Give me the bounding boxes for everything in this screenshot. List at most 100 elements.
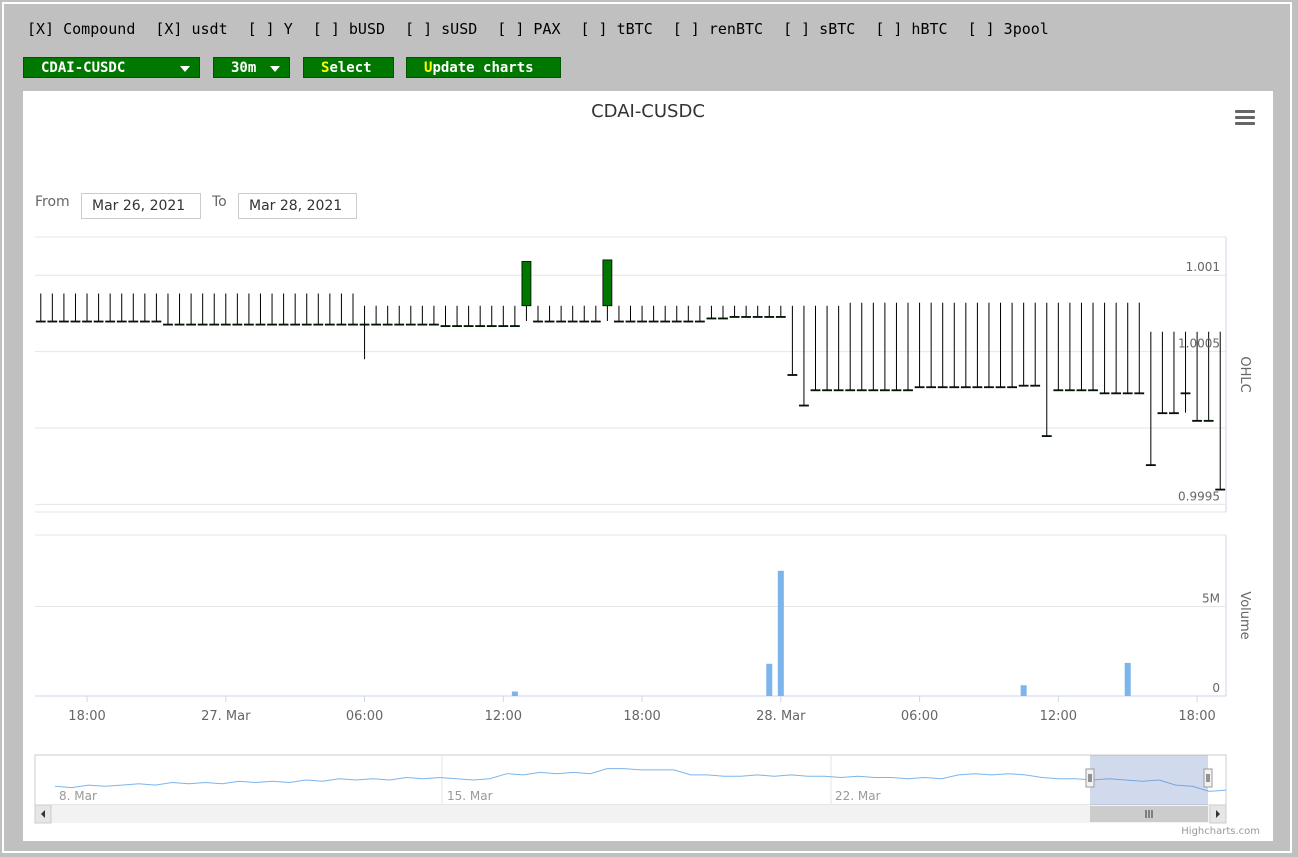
candle [660,320,671,323]
candle [903,389,913,392]
stock-chart: 0.9995 1.0005 1.001 OHLC 0 5M Volume 18:00 27. M… [34,236,1252,824]
candle [810,389,821,392]
pool-toggle[interactable]: [ ] sBTC [783,20,855,38]
candle [579,320,590,323]
candle [822,389,832,392]
candle [463,325,474,328]
x-tick-label: 28. Mar [756,709,806,724]
candle [1053,389,1064,392]
candle [648,320,659,323]
candle [405,323,416,326]
candle [267,323,277,326]
navigator-handle[interactable] [1203,768,1213,788]
candle [313,323,324,326]
candle [995,386,1006,389]
candle [1145,464,1156,467]
select-button-label: elect [329,60,372,76]
candle [452,325,462,328]
candle [1122,392,1133,395]
interval-dropdown[interactable]: 30m [213,57,290,78]
candle [382,323,393,326]
candle [475,325,486,328]
candle [394,323,405,326]
candle [440,325,451,328]
x-tick-label: 18:00 [623,709,660,724]
pool-toggle[interactable]: [ ] hBTC [875,20,947,38]
ohlc-axis-title: OHLC [1237,356,1252,392]
candle [741,316,752,318]
candle [1169,412,1179,415]
candle [856,389,867,392]
volume-bar [1124,662,1131,696]
candle [197,323,208,326]
candle [1088,389,1098,392]
candle [729,316,740,318]
candle [35,320,46,323]
candle [926,386,937,389]
pool-toggle[interactable]: [ ] renBTC [673,20,763,38]
candle [752,316,763,318]
pool-toggle[interactable]: [X] Compound [27,20,135,38]
candle [1007,386,1017,389]
navigator-handle[interactable] [1085,768,1095,788]
candle [764,316,775,318]
candle [278,323,289,326]
update-charts-button[interactable]: Update charts [406,57,561,78]
candle [914,386,925,389]
candle [799,404,809,407]
candle [336,323,347,326]
pool-toggle[interactable]: [ ] Y [248,20,293,38]
ohlc-tick-label: 1.001 [1186,260,1220,274]
candle [706,317,717,320]
pool-toggle[interactable]: [ ] 3pool [968,20,1049,38]
pool-toggle[interactable]: [X] usdt [155,20,227,38]
navigator-label: 15. Mar [447,789,493,803]
ohlc-tick-label: 1.0005 [1178,337,1220,351]
candle [105,320,116,323]
pair-dropdown-value: CDAI-CUSDC [41,60,126,76]
candle [509,325,520,328]
candle [301,323,312,326]
pair-dropdown[interactable]: CDAI-CUSDC [23,57,200,78]
candle [139,320,150,323]
pool-toggle[interactable]: [ ] sUSD [405,20,477,38]
volume-bar [1020,685,1027,696]
candle [544,320,555,323]
select-button[interactable]: Select [303,57,394,78]
candle [845,389,856,392]
candle [47,320,58,323]
candle [1134,392,1145,395]
candle [163,323,173,326]
pool-toggle[interactable]: [ ] tBTC [581,20,653,38]
candle [59,320,69,323]
candle [718,317,728,320]
candle [556,320,567,323]
candle [683,320,694,323]
candle [429,323,439,326]
candle [324,323,335,326]
candle [891,389,902,392]
pool-toggle[interactable]: [ ] PAX [497,20,560,38]
candle [1203,419,1214,422]
chevron-down-icon [180,66,190,72]
navigator-label: 22. Mar [835,789,881,803]
candle [186,323,197,326]
candle [1180,392,1191,395]
candle [371,323,382,326]
candle [533,320,543,323]
candle [348,323,358,326]
volume-bar [511,691,518,696]
candle [174,323,185,326]
candle [787,374,798,376]
candle [486,325,497,328]
chart-card: CDAI-CUSDC From Mar 26, 2021 To Mar 28, … [23,91,1273,841]
pool-toggle[interactable]: [ ] bUSD [313,20,385,38]
interval-dropdown-value: 30m [231,60,257,76]
candle [1076,389,1087,392]
volume-bar [777,570,784,696]
volume-axis-title: Volume [1237,591,1252,639]
candle [93,320,104,323]
candle [949,386,960,389]
candle [1157,412,1168,415]
candle [775,316,786,318]
